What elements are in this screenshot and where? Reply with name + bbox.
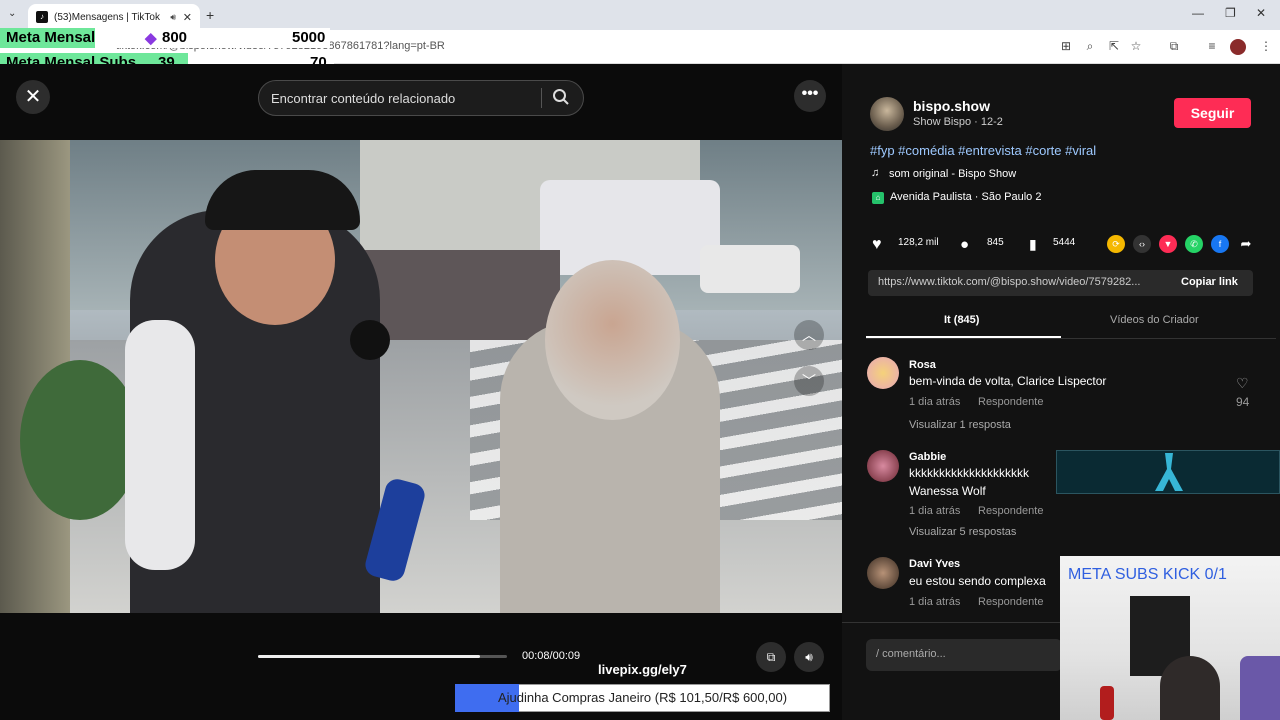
extensions-icon[interactable]: ⧉ — [1166, 39, 1182, 55]
comment-author[interactable]: Rosa — [909, 359, 936, 371]
tab-divider — [866, 338, 1276, 339]
view-replies[interactable]: Visualizar 5 respostas — [909, 526, 1016, 538]
comment-avatar[interactable] — [867, 557, 899, 589]
comments-count: 845 — [987, 237, 1004, 248]
share-arrow-icon[interactable]: ➦ — [1237, 235, 1255, 253]
comment-like-icon[interactable]: ♡ — [1236, 375, 1249, 392]
author-avatar[interactable] — [870, 97, 904, 131]
previous-video-button[interactable]: ︿ — [794, 320, 824, 350]
donation-goal-text: Ajudinha Compras Janeiro (R$ 101,50/R$ 6… — [497, 690, 788, 705]
repost-icon[interactable]: ⟳ — [1107, 235, 1125, 253]
author-subtitle: Show Bispo · 12-2 — [913, 116, 1003, 128]
comment-author[interactable]: Gabbie — [909, 451, 946, 463]
embed-icon[interactable]: ‹› — [1133, 235, 1151, 253]
video-player[interactable] — [0, 140, 842, 613]
copy-link-button[interactable]: Copiar link — [1181, 276, 1238, 288]
microphone-stand — [1100, 686, 1114, 720]
shirt-sleeve — [125, 320, 195, 570]
overlay-figure-icon — [1155, 453, 1183, 491]
window-close-icon[interactable]: ✕ — [1256, 6, 1266, 20]
music-note-icon: ♫ — [871, 167, 880, 179]
meta-current: 800 — [162, 29, 188, 46]
video-time: 00:08/00:09 — [522, 650, 581, 662]
woman-face — [545, 260, 680, 420]
minimize-icon[interactable]: — — [1192, 6, 1204, 20]
reply-button[interactable]: Respondente — [978, 396, 1043, 408]
meta-label: Meta Mensal — [6, 29, 96, 46]
kick-gem-icon: ◆ — [145, 30, 157, 47]
search-icon[interactable] — [552, 88, 570, 106]
reply-button[interactable]: Respondente — [978, 596, 1043, 608]
webcam-title: META SUBS KICK 0/1 — [1068, 566, 1227, 583]
tab-creator-videos[interactable]: Vídeos do Criador — [1110, 314, 1199, 326]
comment-time: 1 dia atrás — [909, 596, 961, 608]
tiktok-favicon-icon: ♪ — [36, 11, 48, 23]
media-icon[interactable]: ≡ — [1204, 39, 1220, 55]
speaker-icon[interactable]: 🔊︎ — [170, 12, 176, 23]
comment-icon[interactable]: ● — [960, 236, 969, 253]
comment-text: eu estou sendo complexa — [909, 574, 1046, 588]
microphone — [350, 320, 390, 360]
tab-comments[interactable]: It (845) — [944, 314, 979, 326]
cast-icon[interactable]: ⇱ — [1106, 39, 1122, 55]
profile-avatar[interactable] — [1230, 39, 1246, 55]
video-link[interactable]: https://www.tiktok.com/@bispo.show/video… — [878, 276, 1166, 288]
send-icon[interactable]: ▼ — [1159, 235, 1177, 253]
comment-avatar[interactable] — [867, 357, 899, 389]
location-icon: ⌂ — [872, 192, 884, 204]
translate-icon[interactable]: ⊞ — [1058, 39, 1074, 55]
meta-mensal-row: Meta Mensal ◆ 800 5000 — [0, 28, 330, 48]
location-text[interactable]: Avenida Paulista · São Paulo 2 — [890, 191, 1041, 203]
browser-menu-icon[interactable]: ⋮ — [1258, 39, 1274, 55]
maximize-icon[interactable]: ❐ — [1225, 6, 1236, 20]
new-tab-icon[interactable]: + — [206, 7, 214, 23]
comment-author[interactable]: Davi Yves — [909, 558, 960, 570]
comment-like-count: 94 — [1236, 395, 1250, 409]
comment-text: bem-vinda de volta, Clarice Lispector — [909, 374, 1107, 388]
hashtags[interactable]: #fyp #comédia #entrevista #corte #viral — [870, 143, 1096, 158]
volume-button[interactable]: 🔊︎ — [794, 642, 824, 672]
reply-button[interactable]: Respondente — [978, 505, 1043, 517]
tab-search-icon[interactable]: ⌄ — [8, 8, 16, 19]
close-video-button[interactable]: ✕ — [16, 80, 50, 114]
comment-time: 1 dia atrás — [909, 396, 961, 408]
comment-text-line2: Wanessa Wolf — [909, 484, 986, 498]
browser-tab[interactable]: ♪ (53)Mensagens | TikTok 🔊︎ ✕ — [28, 4, 200, 30]
tab-close-icon[interactable]: ✕ — [183, 11, 192, 24]
bookmark-star-icon[interactable]: ☆ — [1128, 39, 1144, 55]
cap — [205, 170, 360, 230]
related-search-input[interactable]: Encontrar conteúdo relacionado — [258, 80, 584, 116]
picture-in-picture-button[interactable]: ⧉ — [756, 642, 786, 672]
plant — [20, 360, 140, 520]
car — [700, 245, 800, 293]
comment-time: 1 dia atrás — [909, 505, 961, 517]
more-options-button[interactable]: ••• — [794, 80, 826, 112]
saves-count: 5444 — [1053, 237, 1076, 248]
next-video-button[interactable]: ﹀ — [794, 366, 824, 396]
follow-button[interactable]: Seguir — [1174, 98, 1251, 128]
whatsapp-icon[interactable]: ✆ — [1185, 235, 1203, 253]
livepix-text: livepix.gg/ely7 — [598, 662, 687, 677]
comment-text: kkkkkkkkkkkkkkkkkkkk — [909, 466, 1029, 480]
facebook-icon[interactable]: f — [1211, 235, 1229, 253]
meta-goal: 5000 — [292, 29, 326, 46]
bookmark-icon[interactable]: ▮ — [1029, 236, 1037, 253]
stream-overlay-graphic — [1056, 450, 1280, 494]
zoom-icon[interactable]: ⌕ — [1082, 39, 1098, 55]
streamer — [1160, 656, 1220, 720]
heart-icon[interactable]: ♥ — [872, 236, 882, 254]
view-replies[interactable]: Visualizar 1 resposta — [909, 419, 1011, 431]
progress-fill — [258, 655, 480, 658]
tab-title: (53)Mensagens | TikTok — [54, 11, 160, 23]
search-divider — [541, 88, 542, 108]
gaming-chair — [1240, 656, 1280, 720]
likes-count: 128,2 mil — [898, 237, 939, 248]
author-name[interactable]: bispo.show — [913, 98, 990, 114]
van — [540, 180, 720, 275]
comment-input[interactable]: / comentário... — [866, 639, 1062, 671]
comment-avatar[interactable] — [867, 450, 899, 482]
music-title[interactable]: som original - Bispo Show — [889, 168, 1016, 180]
